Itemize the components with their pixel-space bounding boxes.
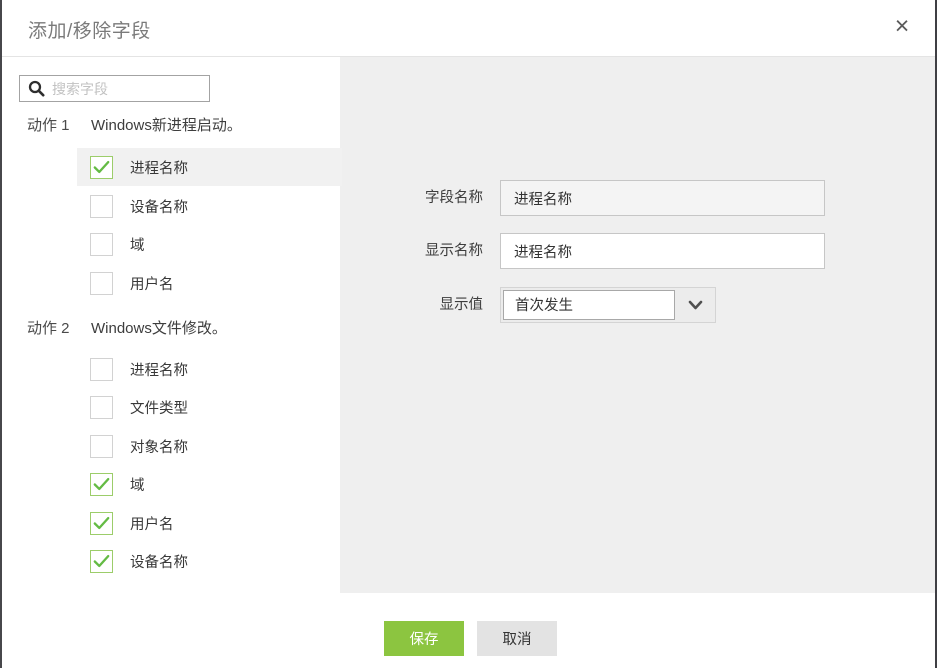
field-label: 对象名称 [130,436,188,457]
selected-option: 首次发生 [503,290,675,320]
field-name-label: 字段名称 [342,189,483,207]
group-label: 动作 1 [27,114,70,135]
field-name-input [500,180,825,216]
field-label: 用户名 [130,273,174,294]
display-name-input[interactable] [500,233,825,269]
field-row[interactable]: 用户名 [77,264,342,302]
checkbox[interactable] [90,156,113,179]
cancel-button[interactable]: 取消 [477,621,557,656]
field-label: 文件类型 [130,397,188,418]
group-description: Windows文件修改。 [91,317,227,338]
checkbox[interactable] [90,396,113,419]
checkbox[interactable] [90,233,113,256]
field-row[interactable]: 域 [77,225,342,263]
field-label: 用户名 [130,513,174,534]
display-value-label: 显示值 [342,296,483,314]
search-icon [28,80,45,97]
checkbox[interactable] [90,272,113,295]
display-name-label: 显示名称 [342,242,483,260]
chevron-down-icon[interactable] [675,288,715,322]
checkbox[interactable] [90,195,113,218]
field-row[interactable]: 文件类型 [77,388,342,426]
field-detail-panel [340,57,935,593]
group-header-action2: 动作 2 Windows文件修改。 [2,317,340,335]
field-label: 设备名称 [130,196,188,217]
dialog-titlebar: 添加/移除字段 × [2,0,935,57]
field-label: 域 [130,234,145,255]
save-button[interactable]: 保存 [384,621,464,656]
field-label: 域 [130,474,145,495]
field-row[interactable]: 进程名称 [77,350,342,388]
checkbox[interactable] [90,435,113,458]
field-label: 进程名称 [130,359,188,380]
checkbox[interactable] [90,512,113,535]
group-description: Windows新进程启动。 [91,114,242,135]
field-row[interactable]: 用户名 [77,504,342,542]
field-row[interactable]: 域 [77,465,342,503]
dialog-title: 添加/移除字段 [28,16,151,43]
field-label: 进程名称 [130,157,188,178]
close-icon[interactable]: × [887,9,917,43]
search-input[interactable] [45,76,233,101]
field-label: 设备名称 [130,551,188,572]
field-row[interactable]: 设备名称 [77,187,342,225]
add-remove-fields-dialog: 添加/移除字段 × 动作 1 Windows新进程启动。 进程名称 设备名称 [0,0,937,668]
field-row[interactable]: 进程名称 [77,148,342,186]
field-row[interactable]: 对象名称 [77,427,342,465]
group-header-action1: 动作 1 Windows新进程启动。 [2,114,340,132]
checkbox[interactable] [90,550,113,573]
search-box [19,75,210,102]
group-label: 动作 2 [27,317,70,338]
display-value-select[interactable]: 首次发生 [500,287,716,323]
checkbox[interactable] [90,358,113,381]
field-row[interactable]: 设备名称 [77,542,342,580]
checkbox[interactable] [90,473,113,496]
